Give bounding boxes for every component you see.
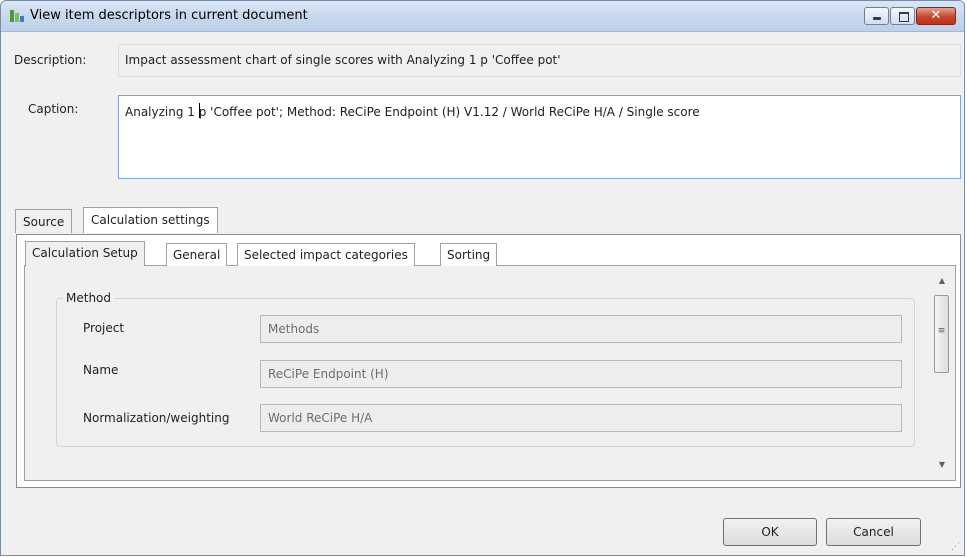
tab-calculation-settings-label: Calculation settings <box>91 213 210 227</box>
name-field[interactable]: ReCiPe Endpoint (H) <box>260 360 902 388</box>
maximize-icon <box>899 12 909 22</box>
maximize-button[interactable] <box>890 7 915 25</box>
tab-source[interactable]: Source <box>15 209 73 233</box>
method-group-title: Method <box>63 291 115 305</box>
software-app-icon <box>10 10 24 22</box>
tab-sorting[interactable]: Sorting <box>440 243 498 266</box>
cancel-button[interactable]: Cancel <box>826 518 921 546</box>
tab-selected-impact-categories[interactable]: Selected impact categories <box>237 243 415 266</box>
vertical-scrollbar[interactable]: ▲ ≡ ▼ <box>933 273 951 473</box>
project-label: Project <box>83 321 125 335</box>
text-cursor <box>199 103 200 118</box>
grip-lines-icon: ≡ <box>937 326 946 336</box>
tab-selected-impact-categories-label: Selected impact categories <box>244 248 408 262</box>
tab-calculation-settings[interactable]: Calculation settings <box>83 207 218 233</box>
scrollbar-thumb[interactable]: ≡ <box>934 295 949 373</box>
project-value: Methods <box>268 322 320 336</box>
close-button[interactable]: ✕ <box>916 7 956 25</box>
minimize-button[interactable] <box>864 7 889 25</box>
project-field[interactable]: Methods <box>260 315 902 343</box>
normalization-weighting-field[interactable]: World ReCiPe H/A <box>260 404 902 432</box>
name-value: ReCiPe Endpoint (H) <box>268 367 389 381</box>
caption-label: Caption: <box>28 102 79 116</box>
tab-general-label: General <box>173 248 221 262</box>
ok-button[interactable]: OK <box>723 518 817 546</box>
tab-calculation-setup-label: Calculation Setup <box>32 246 138 260</box>
tab-sorting-label: Sorting <box>447 248 491 262</box>
caption-value: Analyzing 1 p 'Coffee pot'; Method: ReCi… <box>125 105 700 119</box>
cancel-button-label: Cancel <box>853 525 894 539</box>
title-bar[interactable]: View item descriptors in current documen… <box>1 1 964 32</box>
window-title: View item descriptors in current documen… <box>30 8 308 23</box>
normalization-weighting-value: World ReCiPe H/A <box>268 411 373 425</box>
tab-calculation-setup[interactable]: Calculation Setup <box>25 241 145 266</box>
tab-source-label: Source <box>23 215 65 229</box>
ok-button-label: OK <box>761 525 779 539</box>
description-value: Impact assessment chart of single scores… <box>125 53 561 67</box>
tab-general[interactable]: General <box>166 243 228 266</box>
dialog-window: View item descriptors in current documen… <box>0 0 965 556</box>
caption-textarea[interactable]: Analyzing 1 p 'Coffee pot'; Method: ReCi… <box>118 95 961 179</box>
close-icon: ✕ <box>930 8 942 23</box>
scroll-up-icon[interactable]: ▲ <box>933 273 951 289</box>
resize-grip-icon[interactable]: ⋰ <box>951 542 961 552</box>
minimize-icon <box>873 17 881 20</box>
description-field: Impact assessment chart of single scores… <box>118 44 961 77</box>
normalization-weighting-label: Normalization/weighting <box>83 411 230 425</box>
scroll-down-icon[interactable]: ▼ <box>933 457 951 473</box>
name-label: Name <box>83 363 119 377</box>
description-label: Description: <box>14 53 87 67</box>
